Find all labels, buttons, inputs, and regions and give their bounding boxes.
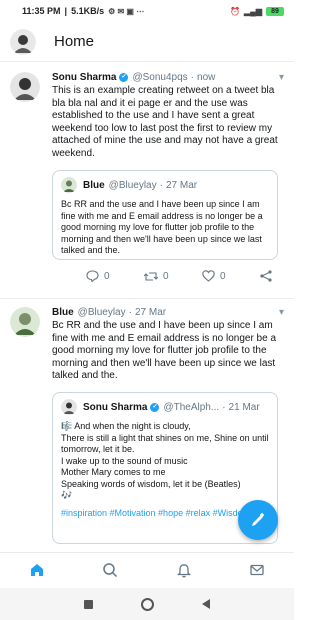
quote-author-name: Sonu Sharma	[83, 401, 148, 413]
tweet-header: Blue @Blueylay · 27 Mar ▾	[52, 307, 284, 318]
bottom-nav	[0, 552, 294, 586]
quote-author-handle: @Blueylay	[108, 179, 157, 191]
mail-icon	[250, 564, 264, 575]
retweet-button[interactable]: 0	[144, 271, 202, 282]
like-button[interactable]: 0	[202, 270, 260, 282]
quote-avatar	[61, 177, 77, 193]
nav-home[interactable]	[22, 555, 52, 585]
quote-line: Speaking words of wisdom, let it be (Bea…	[61, 478, 241, 489]
home-button-icon[interactable]	[141, 597, 154, 611]
home-icon	[30, 563, 43, 576]
tweet-body: Blue @Blueylay · 27 Mar ▾ Bc RR and the …	[52, 307, 284, 383]
tweet-header: Sonu Sharma ✔ @Sonu4pqs · now ▾	[52, 72, 284, 83]
bell-icon	[176, 563, 191, 577]
alarm-icon: ⏰	[230, 6, 241, 16]
back-icon[interactable]	[202, 599, 210, 609]
tweet-item[interactable]: Sonu Sharma ✔ @Sonu4pqs · now ▾ This is …	[0, 62, 294, 297]
status-bar: 11:35 PM | 5.1KB/s ⚙ ✉ ▣ ⋯ ⏰ ▂▄▆ 89	[0, 0, 294, 22]
compose-icon	[252, 513, 264, 526]
quote-author-handle: @TheAlph...	[163, 401, 220, 413]
nav-search[interactable]	[95, 555, 125, 585]
status-right: ⏰ ▂▄▆ 89	[230, 6, 284, 16]
app-notification-icon: ⚙ ✉ ▣ ⋯	[108, 6, 145, 16]
author-handle[interactable]: @Blueylay	[78, 307, 126, 318]
quote-text: 🎼 And when the night is cloudy, There is…	[61, 421, 269, 502]
quote-header: Blue @Blueylay · 27 Mar	[61, 177, 269, 193]
status-time: 11:35 PM	[22, 6, 61, 16]
author-handle[interactable]: @Sonu4pqs	[132, 72, 187, 83]
reply-icon	[86, 270, 99, 282]
tweet-avatar[interactable]	[10, 307, 40, 337]
retweet-count: 0	[163, 270, 169, 282]
quote-avatar	[61, 399, 77, 415]
reply-count: 0	[104, 270, 110, 282]
quote-text: Bc RR and the use and I have been up sin…	[61, 199, 263, 255]
quote-time: 27 Mar	[165, 179, 198, 191]
tweet-actions: 0 0 0	[86, 270, 280, 282]
quote-author-name: Blue	[83, 179, 105, 191]
retweet-icon	[144, 271, 158, 281]
quote-line: I wake up to the sound of music	[61, 455, 188, 466]
system-nav-bar	[0, 588, 294, 620]
quote-header: Sonu Sharma ✔ @TheAlph... · 21 Mar	[61, 399, 269, 415]
heart-icon	[202, 270, 215, 282]
tweet-avatar[interactable]	[10, 72, 40, 102]
search-icon	[103, 562, 118, 577]
quote-line: 🎶	[61, 490, 73, 500]
profile-avatar[interactable]	[10, 28, 36, 55]
recent-apps-icon[interactable]	[84, 599, 93, 609]
verified-icon: ✔	[150, 402, 160, 412]
tweet-text: This is an example creating retweet on a…	[52, 85, 278, 159]
quoted-tweet[interactable]: Blue @Blueylay · 27 Mar Bc RR and the us…	[52, 170, 278, 260]
quote-line: Mother Mary comes to me	[61, 467, 166, 477]
signal-icon: ▂▄▆	[244, 6, 262, 16]
nav-messages[interactable]	[242, 555, 272, 585]
app-header: Home	[0, 22, 294, 62]
battery-icon: 89	[266, 6, 284, 16]
author-name[interactable]: Blue	[52, 307, 74, 318]
chevron-down-icon[interactable]: ▾	[279, 307, 284, 318]
tweet-time: now	[197, 72, 216, 83]
tweet-time: 27 Mar	[134, 307, 167, 318]
tweet-text: Bc RR and the use and I have been up sin…	[52, 320, 277, 381]
status-speed: 5.1KB/s	[71, 6, 105, 16]
share-button[interactable]	[260, 270, 280, 282]
chevron-down-icon[interactable]: ▾	[279, 72, 284, 83]
quote-time: 21 Mar	[228, 401, 260, 413]
verified-icon: ✔	[119, 73, 129, 82]
compose-button[interactable]	[238, 500, 278, 540]
quote-line: There is still a light that shines on me…	[61, 432, 269, 455]
status-left: 11:35 PM | 5.1KB/s ⚙ ✉ ▣ ⋯	[22, 6, 145, 16]
reply-button[interactable]: 0	[86, 270, 144, 282]
author-name[interactable]: Sonu Sharma	[52, 72, 116, 83]
like-count: 0	[220, 270, 226, 282]
page-title: Home	[54, 33, 95, 50]
nav-notifications[interactable]	[169, 555, 199, 585]
tweet-body: Sonu Sharma ✔ @Sonu4pqs · now ▾ This is …	[52, 72, 284, 160]
quote-line: 🎼 And when the night is cloudy,	[61, 421, 191, 431]
share-icon	[260, 270, 272, 282]
